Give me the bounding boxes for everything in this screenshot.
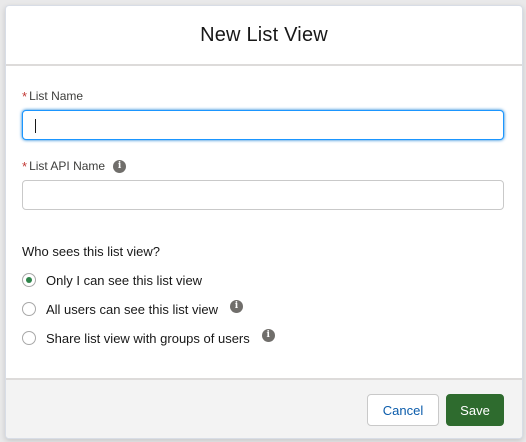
- modal-footer: Cancel Save: [6, 378, 522, 438]
- required-asterisk: *: [22, 158, 28, 174]
- cancel-button[interactable]: Cancel: [367, 394, 439, 426]
- info-icon[interactable]: i: [113, 159, 127, 173]
- list-api-name-field: * List API Name i: [22, 158, 504, 210]
- list-api-name-label-row: * List API Name i: [22, 158, 504, 174]
- modal-header: New List View: [6, 6, 522, 66]
- list-name-input[interactable]: [22, 110, 504, 140]
- radio-option-share-groups[interactable]: Share list view with groups of users i: [22, 328, 275, 348]
- list-name-label: List Name: [29, 89, 84, 103]
- text-caret: [35, 119, 36, 133]
- list-name-field: * List Name: [22, 88, 504, 140]
- list-name-input-wrapper: [22, 110, 504, 140]
- radio-label: Share list view with groups of users: [46, 330, 250, 346]
- radio-label: Only I can see this list view: [46, 272, 203, 288]
- new-list-view-modal: New List View * List Name * List API Nam…: [5, 5, 523, 439]
- radio-label: All users can see this list view: [46, 301, 218, 317]
- radio-button-selected[interactable]: [22, 273, 36, 287]
- info-icon[interactable]: i: [261, 328, 275, 342]
- radio-button[interactable]: [22, 302, 36, 316]
- radio-option-only-me[interactable]: Only I can see this list view: [22, 270, 202, 290]
- save-button[interactable]: Save: [446, 394, 504, 426]
- list-api-name-input[interactable]: [22, 180, 504, 210]
- info-icon[interactable]: i: [229, 299, 243, 313]
- modal-title: New List View: [200, 23, 328, 46]
- radio-button[interactable]: [22, 331, 36, 345]
- list-api-name-label: List API Name: [29, 159, 106, 173]
- radio-option-all-users[interactable]: All users can see this list view i: [22, 299, 243, 319]
- list-name-label-row: * List Name: [22, 88, 504, 104]
- required-asterisk: *: [22, 88, 28, 104]
- visibility-question: Who sees this list view?: [22, 244, 160, 259]
